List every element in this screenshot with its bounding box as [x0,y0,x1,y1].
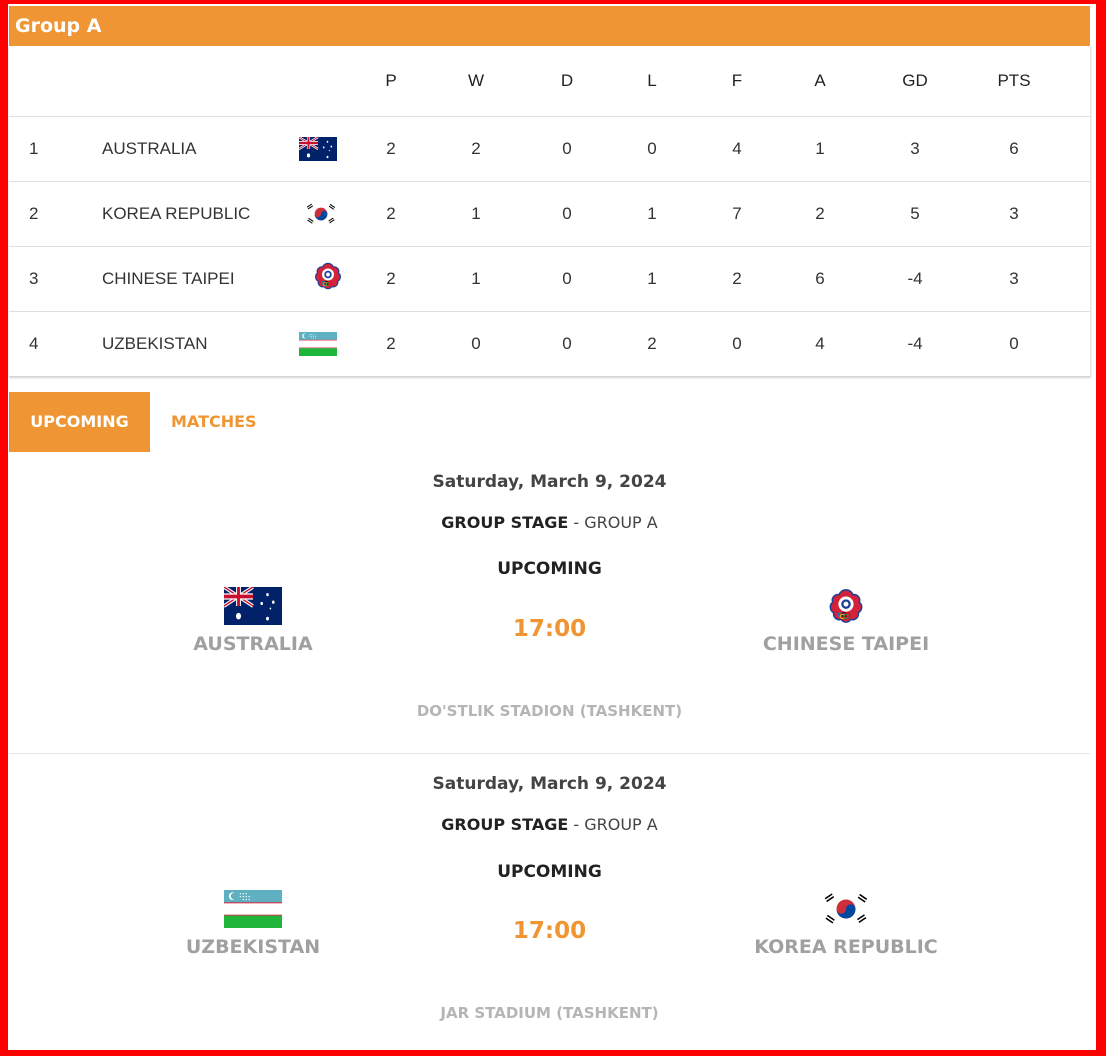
away-team-name: CHINESE TAIPEI [762,633,930,655]
stat-d: 0 [562,334,572,353]
rank: 3 [29,269,39,288]
match-venue: DO'STLIK STADION (TASHKENT) [416,702,683,720]
match-card[interactable]: Saturday, March 9, 2024 GROUP STAGE - GR… [9,754,1090,1044]
korea-flag-icon [817,890,875,928]
stat-f: 4 [732,139,742,158]
tab-matches[interactable]: MATCHES [150,392,278,452]
stage-group: - GROUP A [568,815,658,834]
stat-f: 7 [732,204,742,223]
rank: 4 [29,334,39,353]
match-status: UPCOMING [497,559,602,579]
team-name[interactable]: UZBEKISTAN [102,312,207,376]
chinese-taipei-flag-icon [817,587,875,625]
table-row[interactable]: 2 KOREA REPUBLIC 2 1 0 1 7 2 5 3 [9,182,1090,247]
group-title: Group A [9,6,1090,46]
rank: 1 [29,139,39,158]
stat-a: 4 [815,334,825,353]
stat-p: 2 [386,334,396,353]
chinese-taipei-flag-icon [299,247,343,311]
stage-name: GROUP STAGE [441,513,569,532]
col-header-l: L [647,71,657,90]
stage-group: - GROUP A [568,513,658,532]
stat-p: 2 [386,139,396,158]
stat-a: 1 [815,139,825,158]
col-header-a: A [814,71,826,90]
match-date: Saturday, March 9, 2024 [432,472,667,492]
uzbekistan-flag-icon [224,890,282,928]
team-name[interactable]: CHINESE TAIPEI [102,247,235,311]
col-header-gd: GD [902,71,928,90]
stat-a: 6 [815,269,825,288]
table-row[interactable]: 3 CHINESE TAIPEI 2 1 0 1 2 6 -4 3 [9,247,1090,312]
stat-l: 0 [647,139,657,158]
home-team[interactable]: UZBEKISTAN [103,890,403,958]
col-header-p: P [385,71,397,90]
group-panel: Group A P W D L F A GD PTS 1 AUSTRALIA 2… [9,6,1091,376]
stat-d: 0 [562,269,572,288]
stage-name: GROUP STAGE [441,815,569,834]
tab-upcoming[interactable]: UPCOMING [9,392,150,452]
away-team-name: KOREA REPUBLIC [754,936,938,958]
australia-flag-icon [299,117,337,181]
away-team[interactable]: CHINESE TAIPEI [696,587,996,655]
col-header-w: W [467,71,485,90]
stat-gd: 3 [910,139,920,158]
table-row[interactable]: 4 UZBEKISTAN 2 0 0 2 0 4 -4 0 [9,312,1090,376]
stat-f: 0 [732,334,742,353]
stat-d: 0 [562,139,572,158]
col-header-f: F [731,71,743,90]
stat-p: 2 [386,269,396,288]
stat-pts: 3 [1009,204,1019,223]
match-card[interactable]: Saturday, March 9, 2024 GROUP STAGE - GR… [9,452,1090,752]
standings-header-row: P W D L F A GD PTS [9,46,1090,117]
australia-flag-icon [224,587,282,625]
home-team[interactable]: AUSTRALIA [103,587,403,655]
uzbekistan-flag-icon [299,312,337,376]
stat-gd: 5 [910,204,920,223]
stat-f: 2 [732,269,742,288]
standings-table: P W D L F A GD PTS 1 AUSTRALIA 2 2 0 0 4… [9,46,1091,376]
stat-w: 0 [471,334,481,353]
table-row[interactable]: 1 AUSTRALIA 2 2 0 0 4 1 3 6 [9,117,1090,182]
home-team-name: UZBEKISTAN [185,936,321,958]
match-venue: JAR STADIUM (TASHKENT) [440,1004,659,1022]
stat-gd: -4 [907,269,923,288]
stat-pts: 3 [1009,269,1019,288]
rank: 2 [29,204,39,223]
stat-gd: -4 [907,334,923,353]
col-header-d: D [560,71,574,90]
korea-flag-icon [299,182,340,246]
team-name[interactable]: KOREA REPUBLIC [102,182,250,246]
home-team-name: AUSTRALIA [193,633,313,655]
stat-d: 0 [562,204,572,223]
match-status: UPCOMING [497,862,602,882]
stat-p: 2 [386,204,396,223]
stat-pts: 0 [1009,334,1019,353]
col-header-pts: PTS [997,71,1031,90]
away-team[interactable]: KOREA REPUBLIC [696,890,996,958]
team-name[interactable]: AUSTRALIA [102,117,196,181]
stat-a: 2 [815,204,825,223]
stat-w: 1 [471,204,481,223]
match-tabs: UPCOMING MATCHES [9,392,278,452]
stat-l: 1 [647,204,657,223]
match-stage: GROUP STAGE - GROUP A [9,513,1090,532]
stat-pts: 6 [1009,139,1019,158]
stat-w: 1 [471,269,481,288]
stat-w: 2 [471,139,481,158]
stat-l: 2 [647,334,657,353]
stat-l: 1 [647,269,657,288]
match-stage: GROUP STAGE - GROUP A [9,815,1090,834]
match-date: Saturday, March 9, 2024 [432,774,667,794]
